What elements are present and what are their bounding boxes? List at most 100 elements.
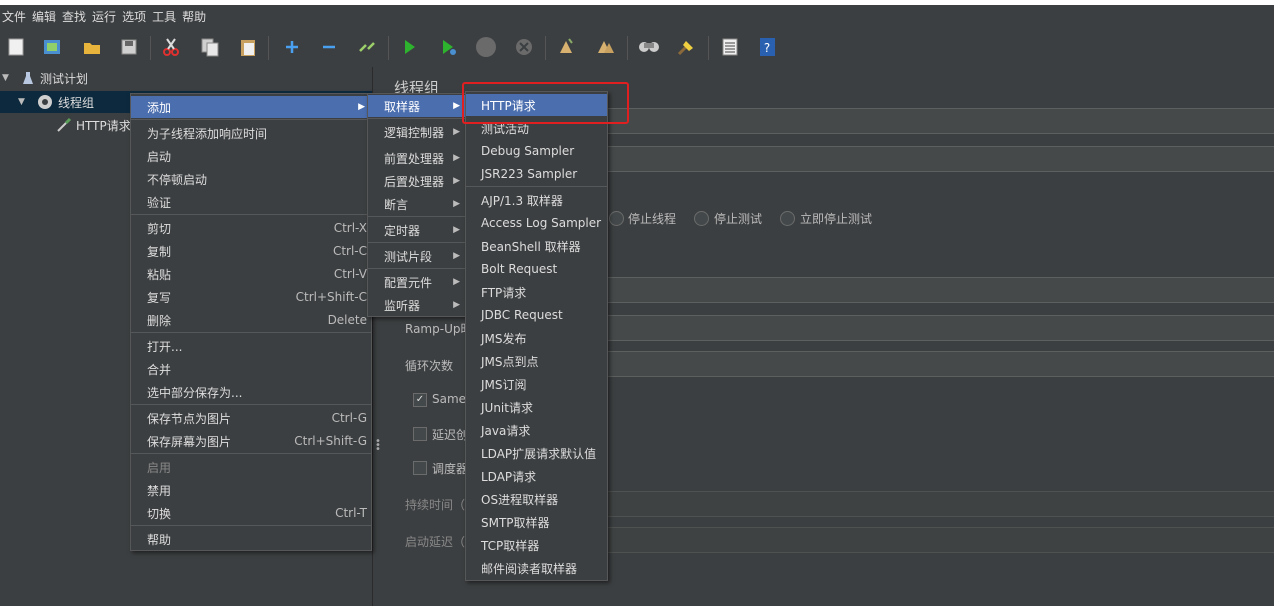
same-user-checkbox[interactable]: ✓ <box>413 393 427 407</box>
menu-item-label: OS进程取样器 <box>481 492 559 507</box>
expand-triangle-icon[interactable]: ▼ <box>18 97 32 107</box>
comment-field[interactable] <box>603 146 1274 172</box>
toggle-icon[interactable] <box>356 36 378 58</box>
menu-item-shortcut: Ctrl+Shift-C <box>295 290 367 304</box>
sampler-submenu-item-debug-sampler[interactable]: Debug Sampler <box>466 140 607 162</box>
add-submenu-item-1[interactable]: 逻辑控制器 ▶ <box>368 121 466 143</box>
clear-icon[interactable] <box>555 36 577 58</box>
menu-file[interactable]: 文件 <box>0 8 30 25</box>
sampler-submenu-item-jdbc-request[interactable]: JDBC Request <box>466 304 607 326</box>
add-submenu-item-2[interactable]: 前置处理器 ▶ <box>368 147 466 169</box>
sampler-submenu-item-ldap[interactable]: LDAP请求 <box>466 465 607 487</box>
tree-node-http-request[interactable]: HTTP请求 <box>56 114 131 136</box>
add-submenu-item-4[interactable]: 断言 ▶ <box>368 193 466 215</box>
menu-options[interactable]: 选项 <box>120 8 150 25</box>
tree-node-test-plan[interactable]: ▼ 测试计划 <box>2 67 88 89</box>
context-menu-item-3[interactable]: 不停顿启动 <box>131 168 371 190</box>
delay-thread-checkbox[interactable] <box>413 427 427 441</box>
sampler-submenu-item-jsr223-sampler[interactable]: JSR223 Sampler <box>466 163 607 185</box>
context-menu-item-10[interactable]: 打开... <box>131 335 371 357</box>
sampler-submenu-item-ajp-1-3[interactable]: AJP/1.3 取样器 <box>466 189 607 211</box>
expand-icon[interactable] <box>281 36 303 58</box>
new-icon[interactable] <box>5 36 27 58</box>
loop-count-field[interactable] <box>603 351 1274 377</box>
start-icon[interactable] <box>398 36 420 58</box>
expand-triangle-icon[interactable]: ▼ <box>2 73 16 83</box>
menu-edit[interactable]: 编辑 <box>30 8 60 25</box>
context-menu-item-7[interactable]: 粘贴 Ctrl-V <box>131 263 371 285</box>
duration-field[interactable] <box>603 491 1274 517</box>
sampler-submenu-item-20[interactable]: 邮件阅读者取样器 <box>466 557 607 579</box>
function-helper-icon[interactable] <box>719 36 741 58</box>
context-menu-item-1[interactable]: 为子线程添加响应时间 <box>131 122 371 144</box>
menu-tools[interactable]: 工具 <box>150 8 180 25</box>
ramp-up-field[interactable] <box>603 315 1274 341</box>
sampler-submenu-item-ftp[interactable]: FTP请求 <box>466 281 607 303</box>
radio-stop-thread[interactable] <box>609 211 624 226</box>
copy-icon[interactable] <box>199 36 221 58</box>
tree-node-thread-group[interactable]: ▼ 线程组 <box>18 91 94 113</box>
context-menu-item-2[interactable]: 启动 <box>131 145 371 167</box>
context-menu-item-6[interactable]: 复制 Ctrl-C <box>131 240 371 262</box>
submenu-arrow-icon: ▶ <box>453 101 460 111</box>
menu-item-label: 禁用 <box>147 483 172 498</box>
add-submenu-item-7[interactable]: 配置元件 ▶ <box>368 271 466 293</box>
clear-all-icon[interactable] <box>594 36 616 58</box>
context-menu-item-14[interactable]: 保存屏幕为图片 Ctrl+Shift-G <box>131 430 371 452</box>
add-submenu-item-0[interactable]: 取样器 ▶ <box>368 95 466 117</box>
help-icon[interactable]: ? <box>756 36 778 58</box>
radio-stop-test[interactable] <box>694 211 709 226</box>
context-menu-item-15[interactable]: 启用 <box>131 456 371 478</box>
name-field[interactable] <box>603 108 1274 134</box>
menu-item-label: 测试片段 <box>384 249 433 264</box>
context-menu-item-12[interactable]: 选中部分保存为... <box>131 381 371 403</box>
menu-item-label: TCP取样器 <box>481 538 540 553</box>
context-menu-item-0[interactable]: 添加 ▶ <box>131 96 371 118</box>
sampler-submenu-item-jms[interactable]: JMS发布 <box>466 327 607 349</box>
sampler-submenu-item-jms[interactable]: JMS订阅 <box>466 373 607 395</box>
paste-icon[interactable] <box>237 36 259 58</box>
thread-count-field[interactable] <box>603 277 1274 303</box>
menu-search[interactable]: 查找 <box>60 8 90 25</box>
context-menu-item-13[interactable]: 保存节点为图片 Ctrl-G <box>131 407 371 429</box>
sampler-submenu-item-junit[interactable]: JUnit请求 <box>466 396 607 418</box>
reset-search-icon[interactable] <box>675 36 697 58</box>
context-menu-item-5[interactable]: 剪切 Ctrl-X <box>131 217 371 239</box>
open-icon[interactable] <box>81 36 103 58</box>
sampler-submenu-item-access-log-sampler[interactable]: Access Log Sampler <box>466 212 607 234</box>
sampler-submenu-item-beanshell[interactable]: BeanShell 取样器 <box>466 235 607 257</box>
search-icon[interactable] <box>638 36 660 58</box>
context-menu-item-16[interactable]: 禁用 <box>131 479 371 501</box>
stop-icon[interactable] <box>475 36 497 58</box>
context-menu-item-18[interactable]: 帮助 <box>131 528 371 550</box>
add-submenu-item-5[interactable]: 定时器 ▶ <box>368 219 466 241</box>
sampler-submenu-item-java[interactable]: Java请求 <box>466 419 607 441</box>
scheduler-checkbox[interactable] <box>413 461 427 475</box>
menu-item-label: Java请求 <box>481 423 531 438</box>
add-submenu-item-8[interactable]: 监听器 ▶ <box>368 294 466 316</box>
add-submenu-item-3[interactable]: 后置处理器 ▶ <box>368 170 466 192</box>
menu-run[interactable]: 运行 <box>90 8 120 25</box>
context-menu-item-9[interactable]: 删除 Delete <box>131 309 371 331</box>
context-menu-item-11[interactable]: 合并 <box>131 358 371 380</box>
startup-delay-field[interactable] <box>603 527 1274 553</box>
context-menu-item-17[interactable]: 切换 Ctrl-T <box>131 502 371 524</box>
sampler-submenu-item-ldap[interactable]: LDAP扩展请求默认值 <box>466 442 607 464</box>
sampler-submenu-item-jms[interactable]: JMS点到点 <box>466 350 607 372</box>
radio-stop-now[interactable] <box>780 211 795 226</box>
context-menu-item-8[interactable]: 复写 Ctrl+Shift-C <box>131 286 371 308</box>
shutdown-icon[interactable] <box>513 36 535 58</box>
gear-icon <box>38 95 52 109</box>
menu-help[interactable]: 帮助 <box>180 8 210 25</box>
sampler-submenu-item-bolt-request[interactable]: Bolt Request <box>466 258 607 280</box>
templates-icon[interactable] <box>41 36 63 58</box>
start-no-pause-icon[interactable] <box>437 36 459 58</box>
sampler-submenu-item-smtp[interactable]: SMTP取样器 <box>466 511 607 533</box>
collapse-icon[interactable] <box>318 36 340 58</box>
sampler-submenu-item-os[interactable]: OS进程取样器 <box>466 488 607 510</box>
context-menu-item-4[interactable]: 验证 <box>131 191 371 213</box>
sampler-submenu-item-tcp[interactable]: TCP取样器 <box>466 534 607 556</box>
add-submenu-item-6[interactable]: 测试片段 ▶ <box>368 245 466 267</box>
cut-icon[interactable] <box>160 36 182 58</box>
save-icon[interactable] <box>118 36 140 58</box>
